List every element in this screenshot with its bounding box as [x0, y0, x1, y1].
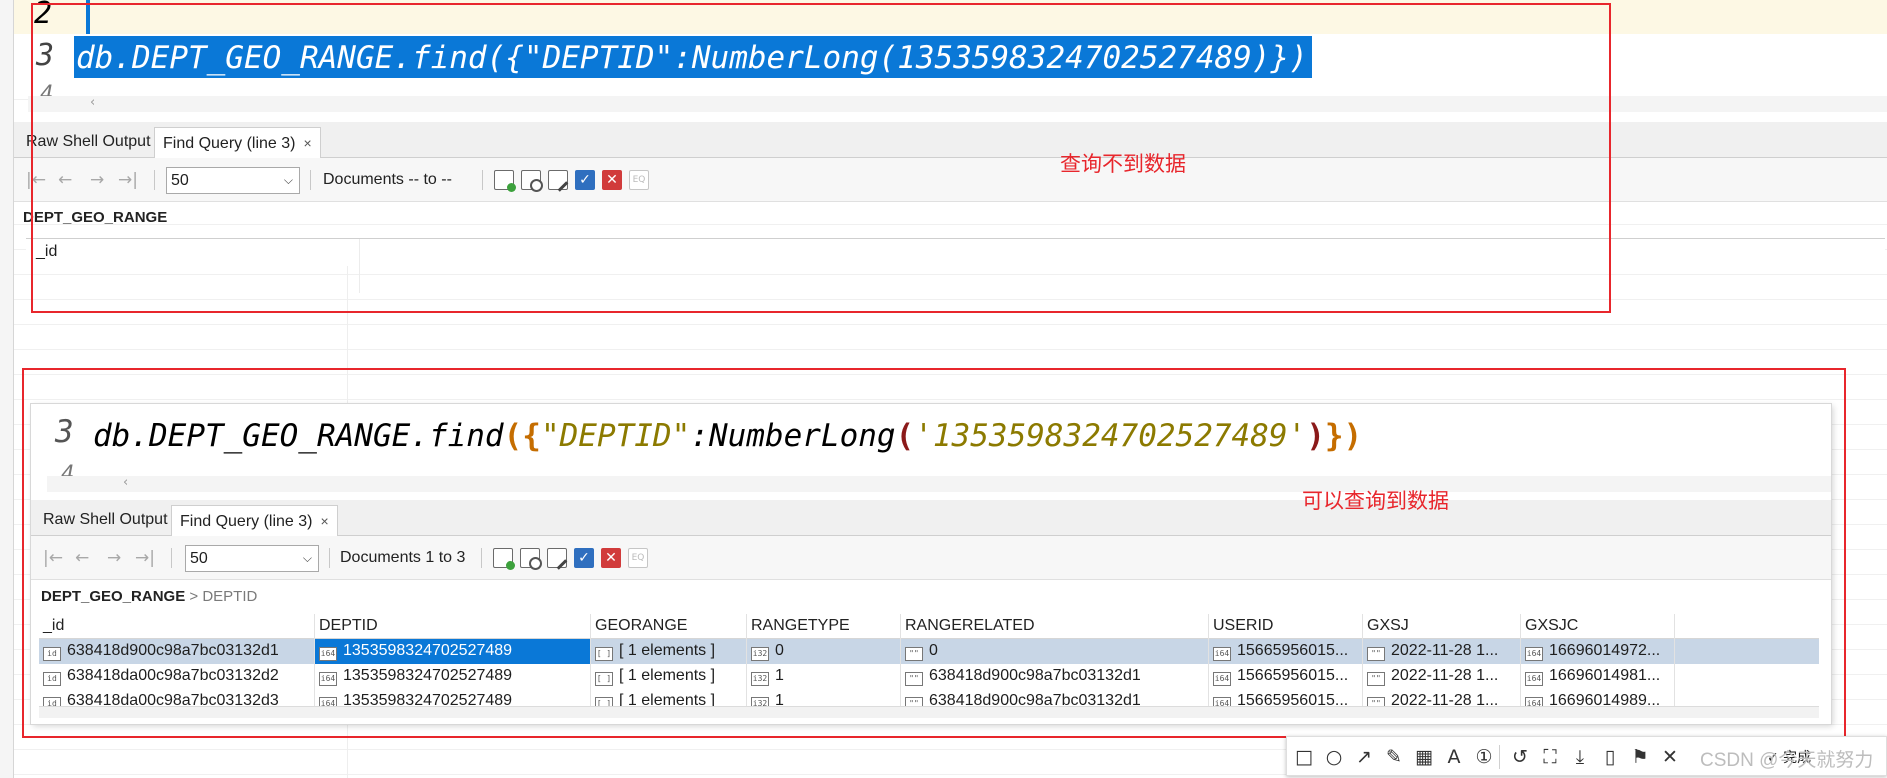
- undo-icon[interactable]: ↺: [1509, 746, 1531, 768]
- mosaic-icon[interactable]: ▦: [1413, 746, 1435, 768]
- bookmark-icon[interactable]: ⚑: [1629, 746, 1651, 768]
- left-gutter-strip: [0, 0, 14, 778]
- text-icon[interactable]: A: [1443, 746, 1465, 768]
- toolbar-divider: [1499, 745, 1500, 769]
- ocr-icon[interactable]: ⛶: [1539, 746, 1561, 768]
- rectangle-icon[interactable]: □: [1293, 746, 1315, 768]
- annotation-box-bottom: [22, 368, 1846, 738]
- annotation-note-has-data: 可以查询到数据: [1302, 489, 1449, 513]
- pencil-icon[interactable]: ✎: [1383, 746, 1405, 768]
- close-icon[interactable]: ✕: [1659, 746, 1681, 768]
- arrow-icon[interactable]: ↗: [1353, 746, 1375, 768]
- watermark: CSDN @今天就努力: [1700, 750, 1874, 771]
- number-marker-icon[interactable]: ①: [1473, 746, 1495, 768]
- ellipse-icon[interactable]: ○: [1323, 746, 1345, 768]
- annotation-box-top: [31, 3, 1611, 313]
- download-icon[interactable]: ⤓: [1569, 746, 1591, 768]
- annotation-note-no-data: 查询不到数据: [1060, 152, 1186, 176]
- pin-icon[interactable]: ▯: [1599, 746, 1621, 768]
